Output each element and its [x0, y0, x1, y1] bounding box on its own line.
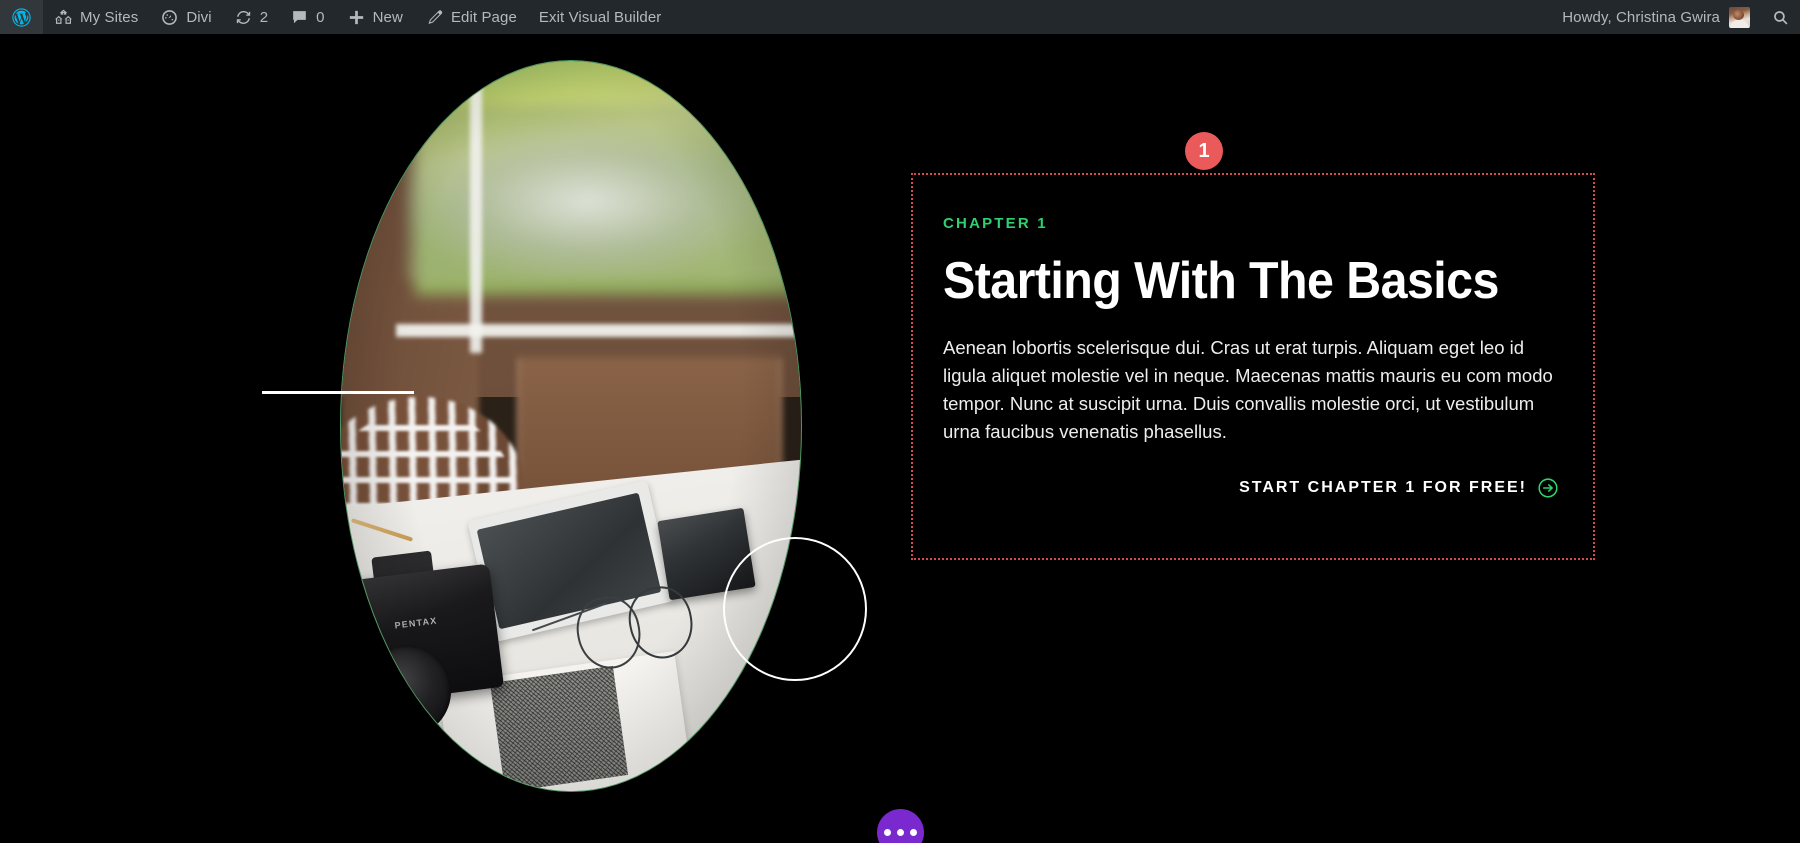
- wp-admin-bar: My Sites Divi 2 0 New Edit Page Exit Vis…: [0, 0, 1800, 34]
- adminbar-label-comments-count: 0: [316, 8, 325, 26]
- adminbar-item-my-sites[interactable]: My Sites: [43, 0, 149, 34]
- module-selection-box[interactable]: CHAPTER 1 Starting With The Basics Aenea…: [911, 173, 1595, 560]
- page-canvas: PENTAX 1 CHAPTER 1 Starting With The Bas…: [0, 34, 1800, 843]
- howdy-label: Howdy, Christina Gwira: [1562, 8, 1720, 26]
- adminbar-label-new: New: [372, 8, 403, 26]
- plus-icon: [347, 8, 366, 27]
- adminbar-right-group: Howdy, Christina Gwira: [1548, 0, 1800, 34]
- adminbar-item-edit-page[interactable]: Edit Page: [414, 0, 528, 34]
- adminbar-label-updates-count: 2: [259, 8, 269, 26]
- adminbar-label-divi: Divi: [186, 8, 212, 26]
- decorative-horizontal-rule: [262, 391, 414, 394]
- wordpress-logo-icon: [11, 7, 32, 28]
- adminbar-item-exit-visual-builder[interactable]: Exit Visual Builder: [528, 0, 673, 34]
- photo-column: PENTAX: [340, 60, 802, 792]
- decorative-circle-outline: [723, 537, 867, 681]
- adminbar-item-howdy[interactable]: Howdy, Christina Gwira: [1548, 0, 1760, 34]
- chapter-module: 1 CHAPTER 1 Starting With The Basics Aen…: [911, 132, 1595, 560]
- cta-row: START CHAPTER 1 FOR FREE!: [943, 477, 1563, 499]
- chapter-body-text: Aenean lobortis scelerisque dui. Cras ut…: [943, 337, 1553, 443]
- adminbar-label-exit-visual-builder: Exit Visual Builder: [538, 8, 662, 26]
- updates-icon: [234, 8, 253, 27]
- three-dots-icon-dot3: [910, 829, 917, 836]
- adminbar-label-my-sites: My Sites: [80, 8, 139, 26]
- avatar: [1729, 6, 1750, 28]
- page-settings-fab[interactable]: [877, 809, 924, 843]
- adminbar-item-comments[interactable]: 0: [279, 0, 335, 34]
- page-title: Starting With The Basics: [943, 252, 1499, 310]
- pencil-icon: [425, 8, 444, 27]
- adminbar-search-button[interactable]: [1760, 0, 1800, 34]
- search-icon: [1772, 9, 1789, 26]
- divi-dashboard-icon: [160, 8, 179, 27]
- three-dots-icon: [884, 829, 891, 836]
- start-chapter-link[interactable]: START CHAPTER 1 FOR FREE!: [1239, 477, 1559, 499]
- adminbar-item-divi[interactable]: Divi: [149, 0, 222, 34]
- my-sites-icon: [54, 8, 73, 27]
- arrow-circle-right-icon: [1537, 477, 1559, 499]
- three-dots-icon-dot2: [897, 829, 904, 836]
- adminbar-item-new[interactable]: New: [336, 0, 414, 34]
- adminbar-item-wp-logo[interactable]: [0, 0, 43, 34]
- chapter-eyebrow: CHAPTER 1: [943, 215, 1048, 232]
- cta-label: START CHAPTER 1 FOR FREE!: [1239, 478, 1527, 496]
- photo-vignette: [341, 61, 801, 791]
- adminbar-item-updates[interactable]: 2: [223, 0, 279, 34]
- desk-photo-oval[interactable]: PENTAX: [340, 60, 802, 792]
- module-number-badge[interactable]: 1: [1185, 132, 1223, 170]
- comment-bubble-icon: [290, 8, 309, 27]
- adminbar-label-edit-page: Edit Page: [450, 8, 517, 26]
